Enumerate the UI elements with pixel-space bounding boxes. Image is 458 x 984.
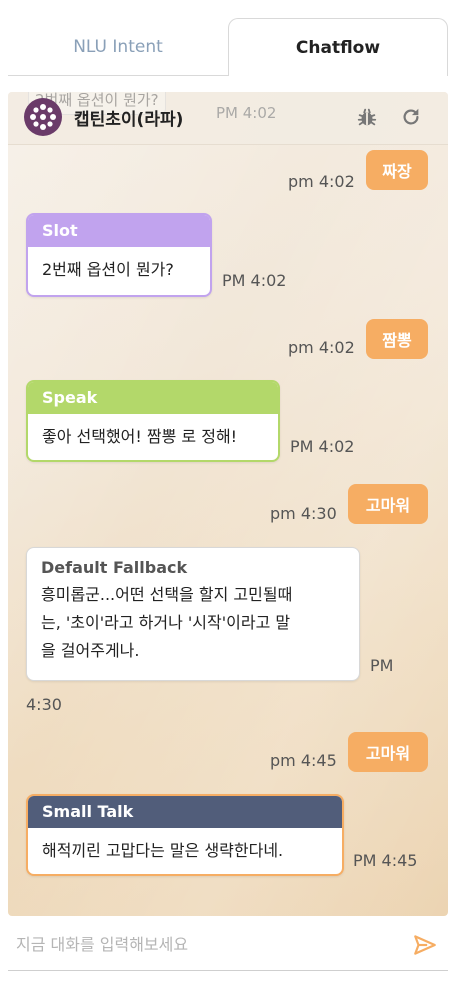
refresh-icon[interactable] [400, 106, 422, 128]
bot-message-fallback: Default Fallback 흥미롭군...어떤 선택을 할지 고민될때 는… [26, 547, 360, 681]
bug-icon[interactable] [356, 106, 378, 128]
message-input-bar [8, 918, 448, 971]
card-text: 좋아 선택했어! 짬뽕 로 정해! [42, 427, 238, 446]
bot-message-slot: Slot 2번째 옵션이 뭔가? [26, 213, 212, 297]
avatar-pattern-icon [30, 104, 56, 130]
message-input[interactable] [14, 928, 398, 960]
send-icon[interactable] [412, 932, 438, 958]
user-message: 고마워 [348, 732, 428, 772]
ghost-message-time: PM 4:02 [216, 104, 277, 122]
tab-nlu-intent[interactable]: NLU Intent [8, 18, 228, 76]
card-label: Small Talk [28, 796, 342, 828]
message-time: pm 4:30 [270, 504, 337, 523]
message-time: pm 4:02 [288, 338, 355, 357]
bot-message-speak: Speak 좋아 선택했어! 짬뽕 로 정해! [26, 380, 280, 462]
card-text: 흥미롭군...어떤 선택을 할지 고민될때 는, '초이'라고 하거나 '시작'… [27, 577, 359, 665]
bot-message-small-talk: Small Talk 해적끼린 고맙다는 말은 생략한다네. [26, 794, 344, 876]
card-label: Default Fallback [41, 558, 188, 577]
message-time: pm 4:02 [288, 172, 355, 191]
message-time: 4:30 [26, 695, 62, 714]
message-time: pm 4:45 [270, 751, 337, 770]
chat-header: 2번째 옵션이 뭔가? PM 4:02 캡틴초이(라파) [8, 92, 448, 145]
chat-panel: 2번째 옵션이 뭔가? PM 4:02 캡틴초이(라파) 짜장 pm 4:02 … [8, 92, 448, 916]
card-text-line: 을 걸어주게나. [41, 641, 140, 660]
card-text: 해적끼린 고맙다는 말은 생략한다네. [42, 841, 284, 860]
card-label: Speak [28, 382, 278, 414]
message-time: PM [370, 656, 394, 675]
user-message: 짬뽕 [366, 319, 428, 359]
card-text: 2번째 옵션이 뭔가? [42, 260, 174, 279]
tab-bar: NLU Intent Chatflow [8, 18, 448, 78]
message-time: PM 4:45 [353, 851, 418, 870]
user-message: 고마워 [348, 484, 428, 524]
message-time: PM 4:02 [222, 271, 287, 290]
card-text-line: 는, '초이'라고 하거나 '시작'이라고 말 [41, 613, 291, 632]
card-text-line: 흥미롭군...어떤 선택을 할지 고민될때 [41, 585, 293, 604]
card-label: Slot [28, 215, 210, 247]
tab-chatflow[interactable]: Chatflow [228, 18, 448, 76]
user-message: 짜장 [366, 150, 428, 190]
message-time: PM 4:02 [290, 437, 355, 456]
bot-name: 캡틴초이(라파) [74, 110, 184, 130]
avatar [24, 98, 62, 136]
